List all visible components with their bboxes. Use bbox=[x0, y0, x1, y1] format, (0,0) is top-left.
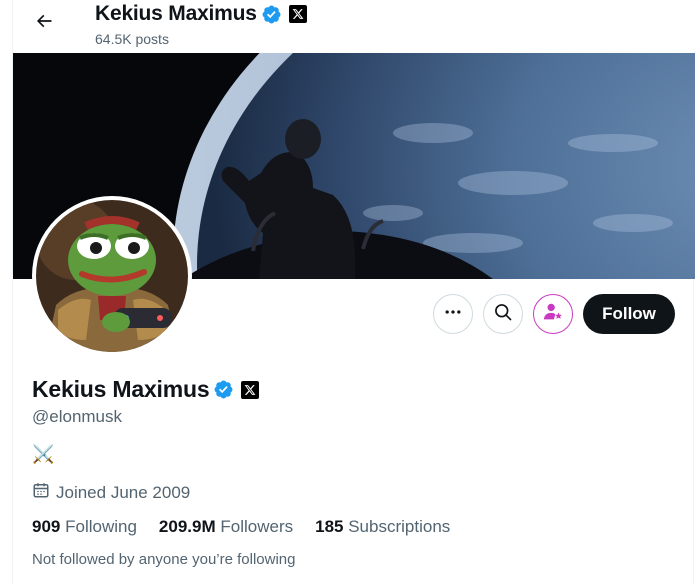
more-dots-icon bbox=[443, 302, 463, 327]
profile-stats: 909 Following 209.9M Followers 185 Subsc… bbox=[32, 517, 450, 537]
profile-display-name: Kekius Maximus bbox=[32, 376, 210, 402]
subscriptions-link[interactable]: 185 Subscriptions bbox=[315, 517, 450, 537]
x-logo-icon[interactable] bbox=[288, 5, 307, 23]
more-options-button[interactable] bbox=[433, 294, 473, 334]
profile-name-row: Kekius Maximus bbox=[32, 376, 260, 403]
following-label: Following bbox=[65, 517, 137, 536]
subscriptions-count: 185 bbox=[315, 517, 344, 536]
verified-badge-icon[interactable] bbox=[261, 4, 282, 25]
verified-badge-icon[interactable] bbox=[213, 379, 234, 400]
search-profile-button[interactable] bbox=[483, 294, 523, 334]
profile-bio: ⚔️ bbox=[32, 444, 55, 464]
profile-handle: @elonmusk bbox=[32, 407, 123, 426]
joined-date-text: Joined June 2009 bbox=[56, 482, 191, 502]
followers-label: Followers bbox=[220, 517, 294, 536]
calendar-icon bbox=[32, 481, 50, 504]
x-logo-icon[interactable] bbox=[241, 380, 260, 399]
profile-page: Kekius Maximus 64.5K posts Follow Kekius… bbox=[12, 0, 695, 584]
subscriptions-label: Subscriptions bbox=[348, 517, 451, 536]
following-link[interactable]: 909 Following bbox=[32, 517, 137, 537]
arrow-left-icon bbox=[34, 11, 54, 36]
subscribe-button[interactable] bbox=[533, 294, 573, 334]
followers-link[interactable]: 209.9M Followers bbox=[159, 517, 293, 537]
followed-by-note: Not followed by anyone you’re following bbox=[32, 551, 296, 568]
avatar-image bbox=[36, 200, 188, 352]
subscribe-star-icon bbox=[542, 301, 564, 328]
search-icon bbox=[493, 302, 513, 327]
joined-date-row: Joined June 2009 bbox=[32, 481, 190, 504]
header-name-row: Kekius Maximus bbox=[95, 1, 307, 27]
back-button[interactable] bbox=[27, 6, 61, 40]
profile-header-bar: Kekius Maximus 64.5K posts bbox=[13, 0, 695, 53]
following-count: 909 bbox=[32, 517, 61, 536]
header-display-name: Kekius Maximus bbox=[95, 2, 257, 25]
header-posts-count: 64.5K posts bbox=[95, 31, 169, 47]
profile-avatar[interactable] bbox=[32, 196, 192, 356]
follow-button[interactable]: Follow bbox=[583, 294, 675, 334]
followers-count: 209.9M bbox=[158, 517, 216, 536]
